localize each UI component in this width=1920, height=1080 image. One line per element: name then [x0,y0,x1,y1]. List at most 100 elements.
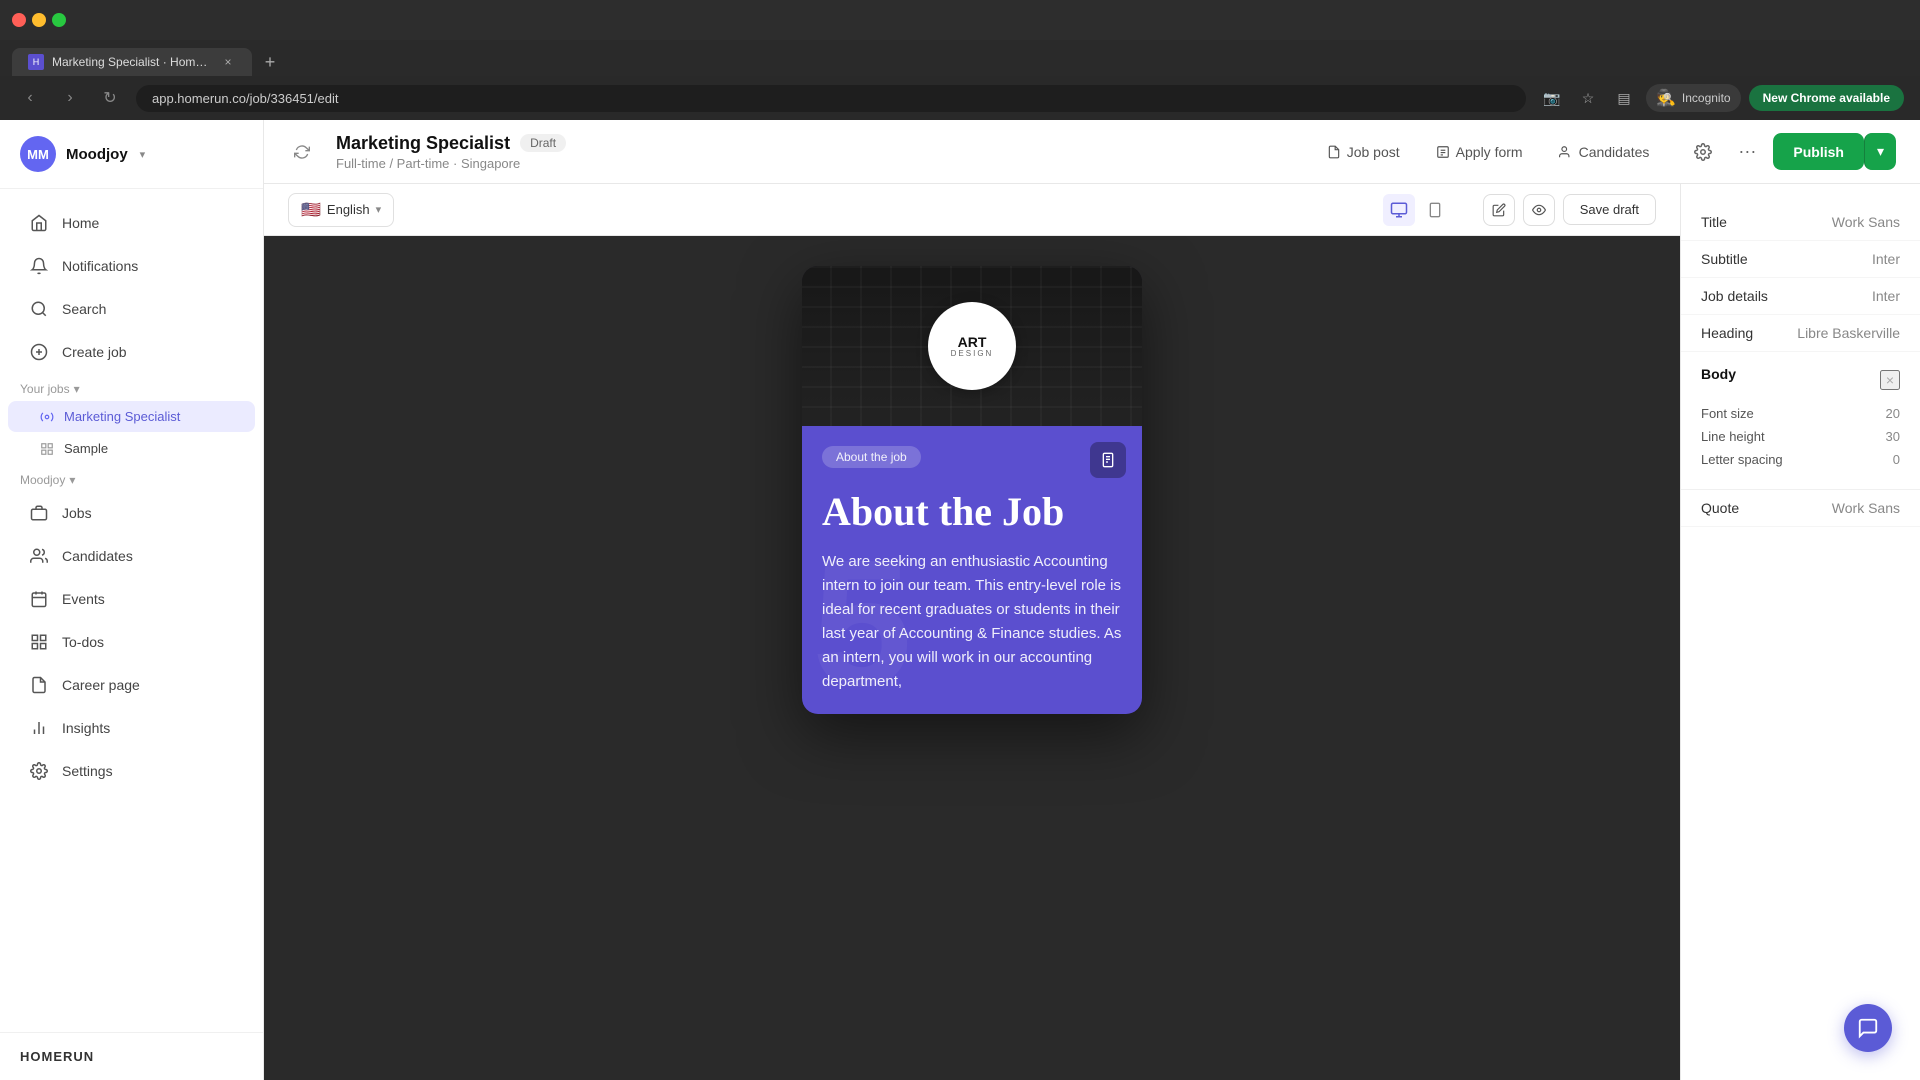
sidebar-item-marketing-specialist[interactable]: Marketing Specialist [8,401,255,432]
save-draft-button[interactable]: Save draft [1563,194,1656,225]
search-icon [28,298,50,320]
heading-font-value: Libre Baskerville [1797,325,1900,341]
avatar: MM [20,136,56,172]
your-jobs-section: Your jobs ▾ [0,374,263,400]
address-bar[interactable] [136,85,1526,112]
letter-spacing-label: Letter spacing [1701,452,1783,467]
decorative-number: 5 [812,534,912,714]
sidebar-item-search[interactable]: Search [8,288,255,330]
quote-font-label: Quote [1701,500,1739,516]
sidebar-label-search: Search [62,301,106,317]
sidebar-item-home[interactable]: Home [8,202,255,244]
section-tag-label: About the job [836,450,907,464]
edit-section-button[interactable] [1090,442,1126,478]
sidebar-item-todos[interactable]: To-dos [8,621,255,663]
sidebar-item-candidates[interactable]: Candidates [8,535,255,577]
sidebar-item-create-job[interactable]: Create job [8,331,255,373]
title-font-row: Title Work Sans [1681,204,1920,241]
job-subtitle: Full-time / Part-time · Singapore [336,156,1291,171]
company-dropdown-icon[interactable]: ▾ [140,148,146,161]
sidebar-label-home: Home [62,215,99,231]
sidebar-item-jobs[interactable]: Jobs [8,492,255,534]
sidebar-item-notifications[interactable]: Notifications [8,245,255,287]
moodjoy-dropdown-icon[interactable]: ▾ [69,473,75,487]
sidebar-item-insights[interactable]: Insights [8,707,255,749]
desktop-button[interactable] [1383,194,1415,226]
maximize-window-button[interactable] [52,13,66,27]
flag-icon: 🇺🇸 [301,200,321,220]
tab-favicon: H [28,54,44,70]
gear-icon [28,760,50,782]
sidebar-header: MM Moodjoy ▾ [0,120,263,189]
tab-candidates-label: Candidates [1579,144,1650,160]
lang-dropdown-icon: ▾ [376,203,382,216]
title-font-value: Work Sans [1832,214,1900,230]
subtitle-font-label: Subtitle [1701,251,1748,267]
browser-nav: ‹ › ↻ 📷 ☆ ▤ 🕵️ Incognito New Chrome avai… [0,76,1920,120]
sidebar-nav: Home Notifications Search [0,189,263,1032]
job-item-label-marketing: Marketing Specialist [64,409,180,424]
subtitle-font-row: Subtitle Inter [1681,241,1920,278]
tab-apply-form[interactable]: Apply form [1420,136,1539,168]
sidebar-label-create-job: Create job [62,344,127,360]
chevron-down-icon: ▾ [1877,143,1884,159]
tab-job-post[interactable]: Job post [1311,136,1416,168]
publish-button[interactable]: Publish [1773,133,1864,170]
topbar-refresh-button[interactable] [288,138,316,166]
incognito-badge: 🕵️ Incognito [1646,84,1741,112]
font-size-value: 20 [1886,406,1900,421]
browser-tab[interactable]: H Marketing Specialist · Homerun × [12,48,252,76]
draft-badge: Draft [520,134,566,152]
publish-dropdown-button[interactable]: ▾ [1864,133,1896,170]
letter-spacing-row: Letter spacing 0 [1701,452,1900,467]
bookmark-icon[interactable]: ☆ [1574,84,1602,112]
moodjoy-label: Moodjoy [20,473,65,487]
editor-toolbar: 🇺🇸 English ▾ [264,184,1680,236]
sidebar-toggle-icon[interactable]: ▤ [1610,84,1638,112]
forward-button[interactable]: › [56,84,84,112]
homerun-logo: HOMERUN [20,1049,243,1064]
tab-job-post-label: Job post [1347,144,1400,160]
chart-icon [28,717,50,739]
tab-candidates[interactable]: Candidates [1543,136,1666,168]
page-icon [28,674,50,696]
edit-mode-button[interactable] [1483,194,1515,226]
sidebar-label-settings: Settings [62,763,113,779]
chat-bubble-button[interactable] [1844,1004,1892,1052]
more-options-button[interactable]: ··· [1729,134,1765,170]
line-height-row: Line height 30 [1701,429,1900,444]
tab-close-button[interactable]: × [220,54,236,70]
minimize-window-button[interactable] [32,13,46,27]
refresh-button[interactable]: ↻ [96,84,124,112]
title-font-label: Title [1701,214,1727,230]
mobile-button[interactable] [1419,194,1451,226]
sidebar-item-career-page[interactable]: Career page [8,664,255,706]
chrome-update-button[interactable]: New Chrome available [1749,85,1904,111]
people-icon [28,545,50,567]
your-jobs-dropdown-icon[interactable]: ▾ [74,382,80,396]
company-name: Moodjoy [66,146,128,163]
font-size-row: Font size 20 [1701,406,1900,421]
sidebar-item-sample[interactable]: Sample [8,433,255,464]
sidebar-item-settings[interactable]: Settings [8,750,255,792]
body-section-close-button[interactable]: × [1880,370,1900,390]
camera-off-icon[interactable]: 📷 [1538,84,1566,112]
language-selector[interactable]: 🇺🇸 English ▾ [288,193,394,227]
line-height-value: 30 [1886,429,1900,444]
preview-area: ART DESIGN [264,236,1680,1080]
sidebar-label-todos: To-dos [62,634,104,650]
toolbar-right: Save draft [1483,194,1656,226]
sidebar-footer: HOMERUN [0,1032,263,1080]
settings-button[interactable] [1685,134,1721,170]
close-window-button[interactable] [12,13,26,27]
new-tab-button[interactable]: + [256,48,284,76]
line-height-label: Line height [1701,429,1765,444]
card-header: ART DESIGN [802,266,1142,426]
plus-icon [28,341,50,363]
preview-mode-button[interactable] [1523,194,1555,226]
back-button[interactable]: ‹ [16,84,44,112]
window-controls [12,13,66,27]
job-details-font-label: Job details [1701,288,1768,304]
sidebar-label-events: Events [62,591,105,607]
sidebar-item-events[interactable]: Events [8,578,255,620]
